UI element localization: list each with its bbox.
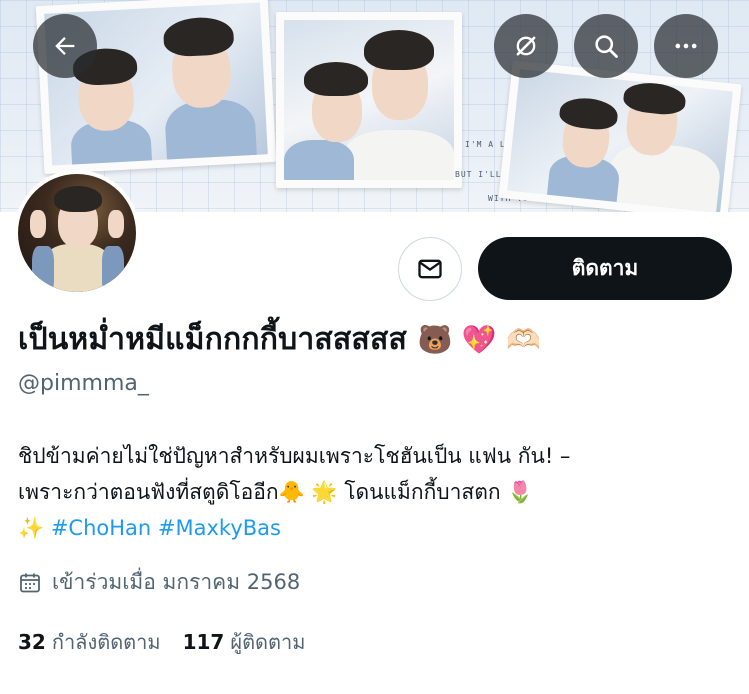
grok-button[interactable]: [494, 14, 558, 78]
more-dots-icon: [675, 43, 697, 49]
display-name-emojis: 🐻 💖 🫶🏻: [417, 323, 542, 356]
joined-text: เข้าร่วมเมื่อ มกราคม 2568: [52, 570, 301, 594]
user-handle: @pimmma_: [18, 371, 149, 396]
search-button[interactable]: [574, 14, 638, 78]
hashtag-chohan[interactable]: #ChoHan: [51, 516, 151, 540]
follow-stats: 32 กำลังติดตาม 117 ผู้ติดตาม: [18, 626, 305, 658]
following-count: 32: [18, 630, 46, 654]
calendar-icon: [20, 573, 40, 592]
back-arrow-icon: [55, 37, 75, 55]
display-name: เป็นหม่ำหมีแม็กกกกี้บาสสสสส 🐻 💖 🫶🏻: [18, 316, 541, 363]
message-button[interactable]: [398, 237, 462, 301]
following-label: กำลังติดตาม: [51, 630, 161, 654]
followers-count: 117: [182, 630, 225, 654]
display-name-text: เป็นหม่ำหมีแม็กกกกี้บาสสสสส: [18, 322, 407, 357]
bio-line-3: ✨ #ChoHan #MaxkyBas: [18, 510, 733, 546]
avatar-image: [18, 174, 136, 292]
bio-sparkle: ✨: [18, 516, 51, 540]
joined-date: เข้าร่วมเมื่อ มกราคม 2568: [18, 566, 300, 599]
followers-label: ผู้ติดตาม: [230, 630, 306, 654]
follow-button[interactable]: ติดตาม: [478, 237, 732, 300]
more-button[interactable]: [654, 14, 718, 78]
bio-line-1: ชิปข้ามค่ายไม่ใช่ปัญหาสำหรับผมเพราะโชฮัน…: [18, 444, 571, 468]
search-icon: [595, 35, 618, 58]
followers-link[interactable]: 117 ผู้ติดตาม: [183, 626, 306, 658]
hashtag-maxkybas[interactable]: #MaxkyBas: [158, 516, 281, 540]
banner-photo-center: [276, 12, 462, 188]
avatar[interactable]: [14, 170, 140, 296]
bio-line-2: เพราะกว่าตอนฟังที่สตูดิโออีก🐥 🌟 โดนแม็กก…: [18, 480, 534, 504]
envelope-icon: [418, 259, 442, 279]
profile-bio: ชิปข้ามค่ายไม่ใช่ปัญหาสำหรับผมเพราะโชฮัน…: [18, 438, 733, 546]
grok-slash-icon: [516, 36, 536, 56]
banner-photo-right: [498, 60, 742, 212]
following-link[interactable]: 32 กำลังติดตาม: [18, 626, 161, 658]
back-button[interactable]: [33, 14, 97, 78]
